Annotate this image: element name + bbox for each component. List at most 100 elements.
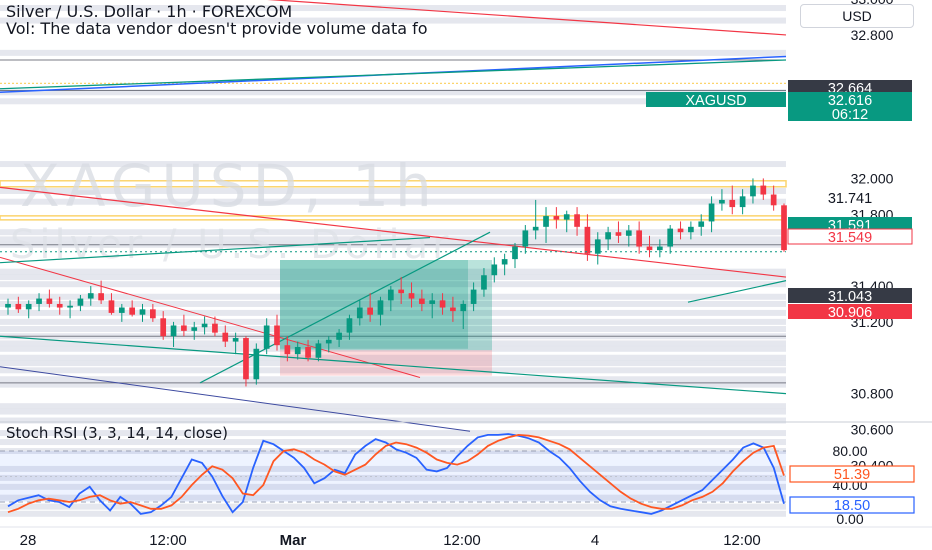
candle	[201, 323, 208, 328]
candle	[5, 303, 11, 308]
candle	[25, 303, 32, 310]
candle	[129, 307, 136, 315]
y-tick-label: 30.600	[851, 421, 894, 437]
candle	[284, 345, 291, 355]
price-label: 06:12	[832, 107, 868, 123]
candle	[615, 232, 622, 236]
candle	[315, 343, 322, 358]
currency-button[interactable]: USD	[800, 4, 914, 28]
candle	[750, 185, 756, 197]
level-band	[0, 510, 786, 517]
candle	[646, 246, 653, 251]
candle	[408, 293, 415, 299]
candle	[139, 309, 146, 315]
candle	[522, 230, 529, 247]
candle	[781, 205, 787, 251]
level-band	[0, 408, 786, 415]
trend-line	[0, 59, 787, 90]
x-tick-label: 28	[20, 532, 37, 549]
candle	[336, 332, 342, 340]
candle	[501, 259, 508, 265]
candle	[377, 300, 384, 315]
candle	[274, 325, 280, 346]
candle	[688, 226, 694, 233]
candle	[87, 293, 94, 299]
candle	[191, 327, 198, 331]
candle	[253, 348, 260, 380]
candle	[243, 338, 249, 380]
candle	[698, 221, 705, 227]
candle	[460, 303, 467, 312]
y-tick-label: 30.800	[851, 386, 894, 402]
candle	[419, 298, 425, 304]
candle	[543, 216, 549, 227]
candle	[770, 194, 777, 206]
stoch-value-label: 18.50	[834, 498, 870, 514]
volume-note: Vol: The data vendor doesn't provide vol…	[6, 19, 428, 38]
candle	[387, 289, 394, 301]
candle	[181, 325, 187, 331]
x-tick-label: 12:00	[149, 532, 187, 549]
price-label: 31.549	[828, 230, 872, 246]
price-label: 31.043	[828, 289, 872, 305]
stoch-band	[0, 451, 786, 502]
x-tick-label: 12:00	[723, 532, 761, 549]
candle	[470, 289, 477, 304]
candle	[232, 338, 239, 342]
candle	[212, 323, 218, 333]
candle	[305, 346, 311, 358]
candle	[46, 298, 53, 304]
candle	[325, 339, 332, 344]
price-label: XAGUSD	[685, 93, 746, 109]
candle	[605, 232, 611, 240]
candle	[56, 303, 63, 308]
candle	[108, 300, 115, 313]
level-band	[0, 49, 786, 56]
position-loss-zone	[280, 350, 492, 376]
candle	[719, 199, 725, 204]
candle	[584, 226, 591, 254]
price-label: 30.906	[828, 305, 872, 321]
candle	[346, 318, 353, 333]
candle	[450, 307, 456, 312]
candle	[625, 230, 632, 236]
candle	[67, 305, 73, 308]
stoch-value-label: 51.39	[834, 467, 870, 483]
candle	[356, 307, 363, 319]
candle	[656, 246, 663, 251]
candle	[512, 246, 518, 260]
candle	[532, 226, 539, 231]
candle	[708, 203, 715, 222]
candle	[729, 199, 736, 208]
watermark-symbol: XAGUSD, 1h	[20, 152, 438, 220]
candle	[263, 325, 270, 349]
candle	[491, 264, 498, 276]
candle	[118, 307, 125, 313]
level-band	[0, 376, 786, 383]
candle	[36, 298, 42, 304]
candle	[98, 293, 104, 301]
candle	[294, 346, 301, 355]
stoch-rsi-title: Stoch RSI (3, 3, 14, 14, close)	[6, 424, 228, 442]
chart-root: XAGUSD, 1hSilver / U.S. Dollar33.00032.8…	[0, 0, 932, 550]
candle	[398, 289, 405, 294]
candle	[636, 230, 642, 247]
candle	[429, 300, 436, 304]
candle	[150, 309, 156, 319]
x-tick-label: 4	[591, 532, 599, 549]
candle	[677, 228, 684, 233]
y-tick-label: 32.000	[851, 170, 894, 186]
candle	[574, 214, 580, 227]
level-band	[0, 403, 786, 410]
candle	[160, 318, 167, 337]
candle	[667, 228, 674, 247]
price-label: 31.741	[828, 191, 872, 207]
price-chart[interactable]: XAGUSD, 1hSilver / U.S. Dollar33.00032.8…	[0, 0, 932, 550]
candle	[760, 185, 767, 195]
candle	[439, 300, 446, 308]
candle	[77, 298, 84, 306]
candle	[739, 196, 746, 208]
candle	[481, 275, 487, 290]
stoch-tick-label: 80.00	[832, 443, 867, 459]
candle	[170, 325, 177, 337]
